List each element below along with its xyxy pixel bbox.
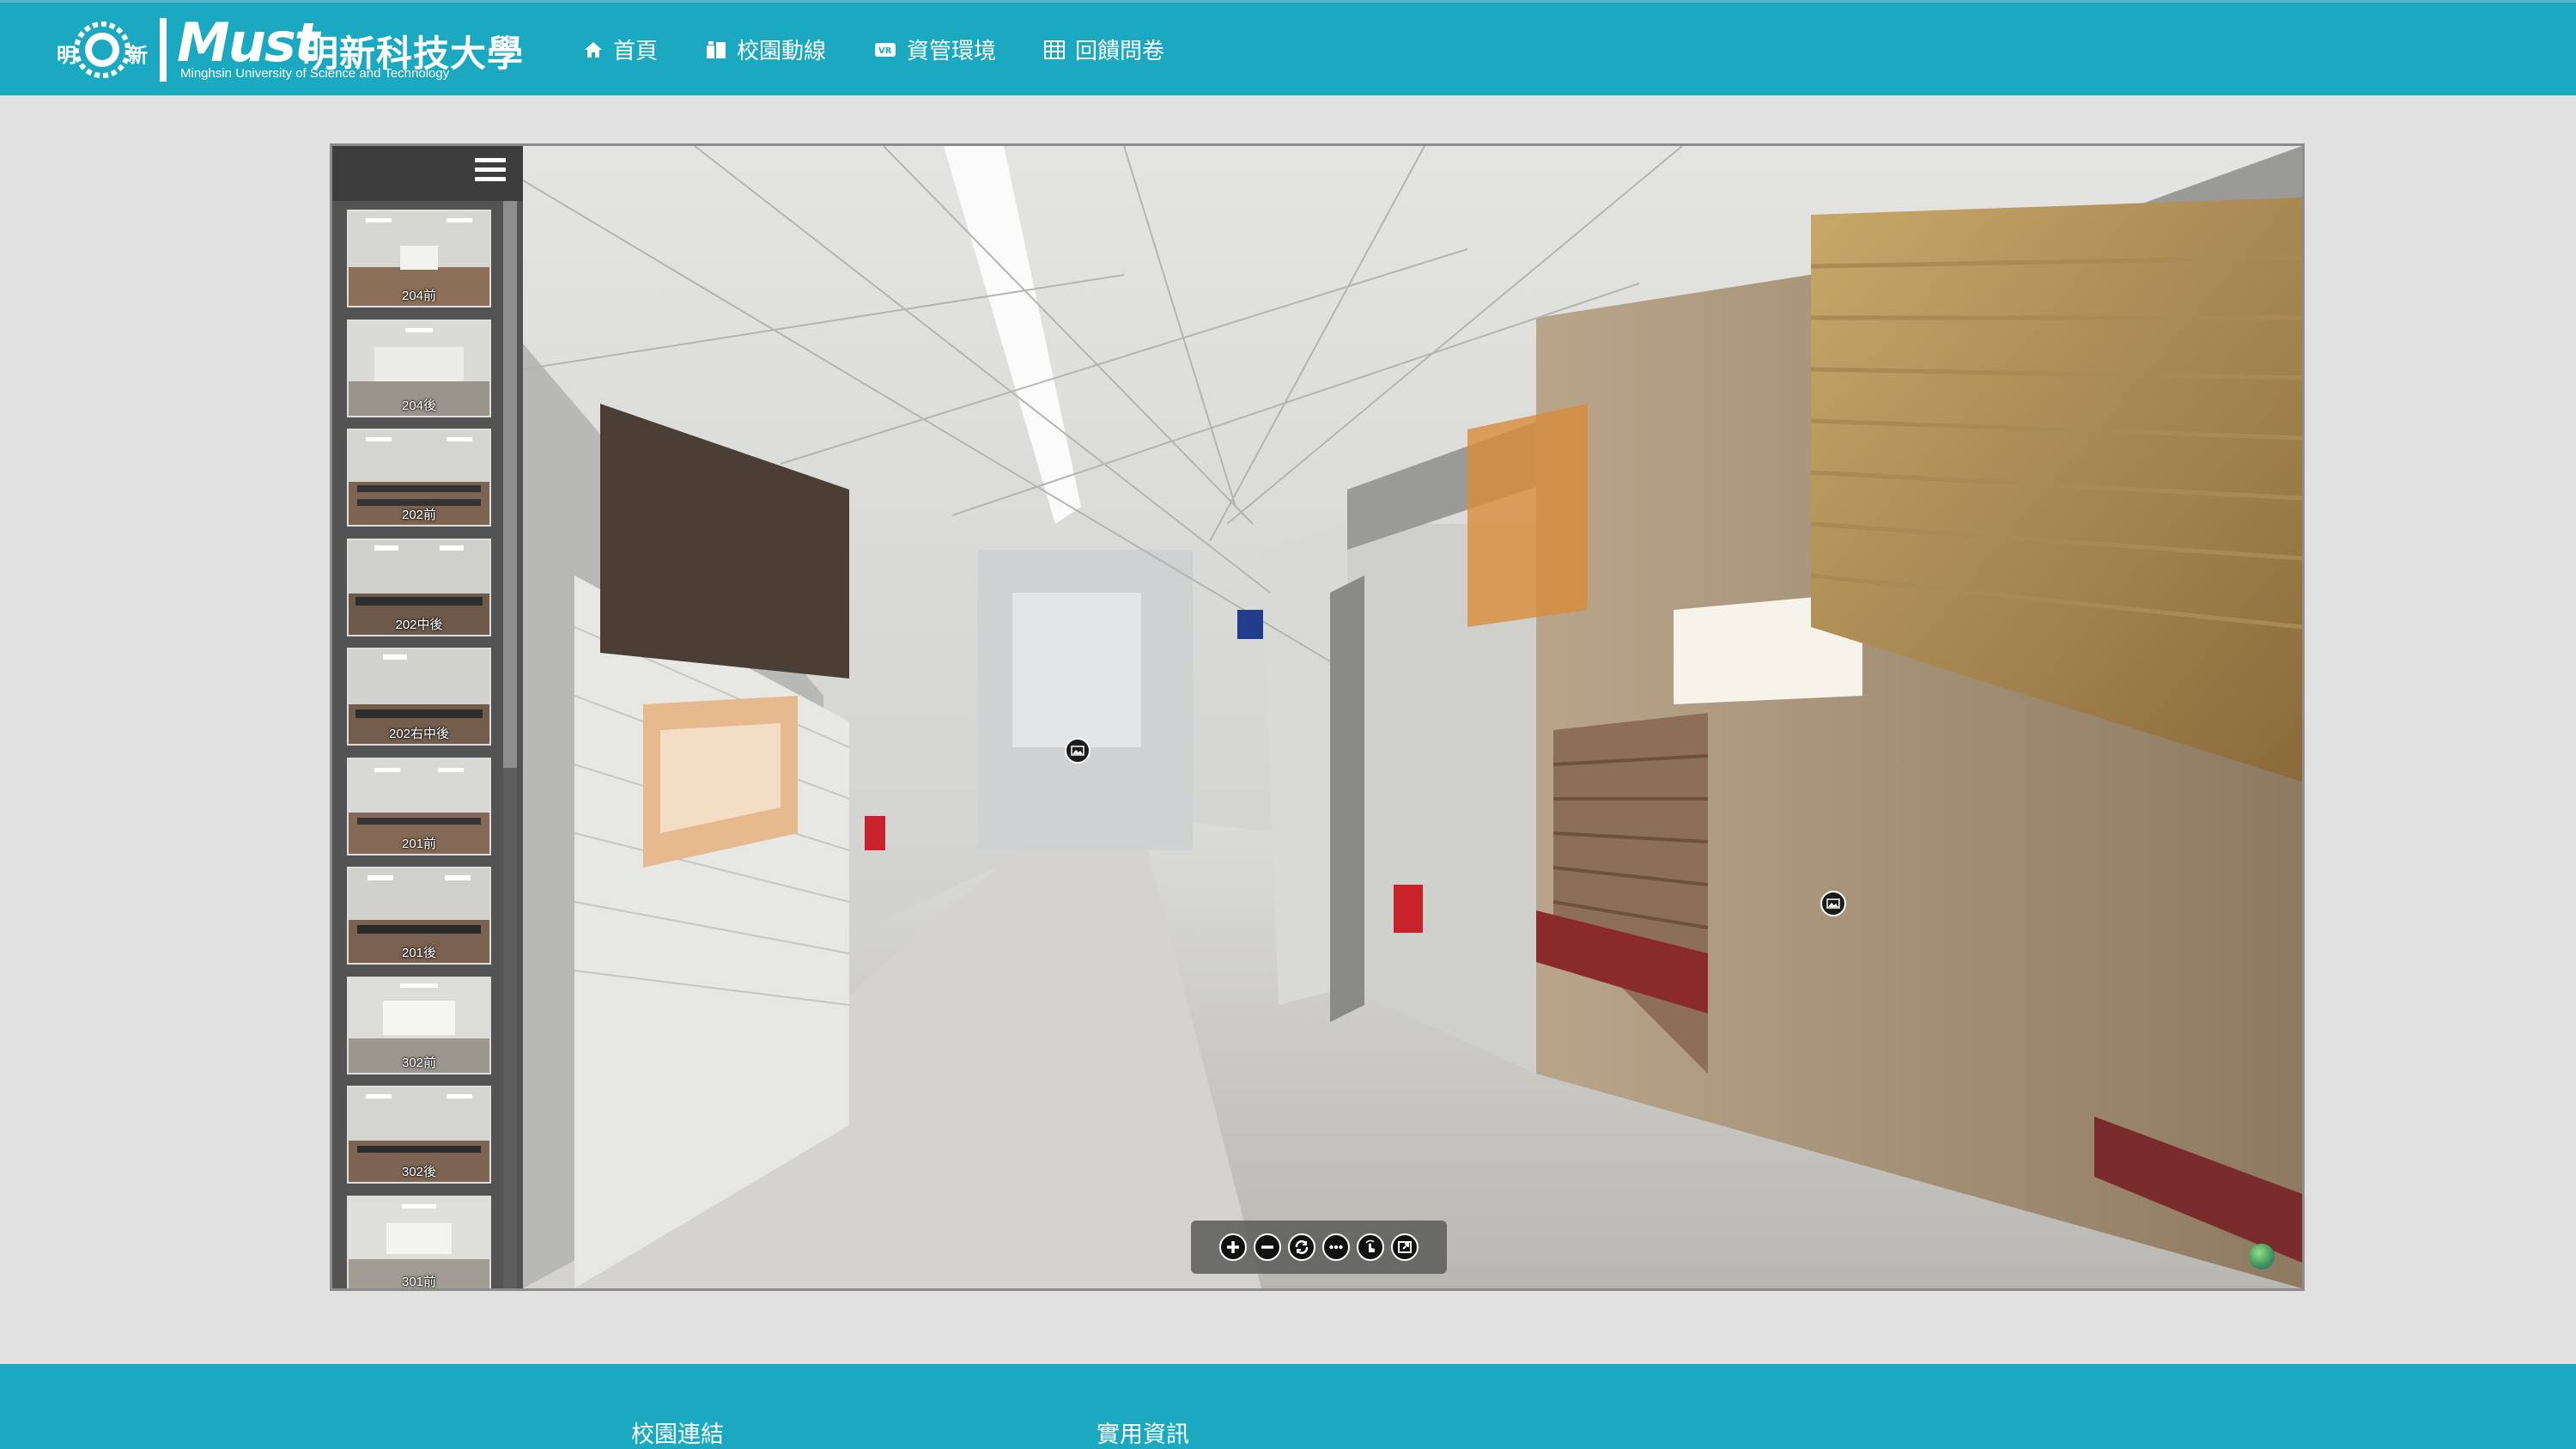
nav-label: 首頁 <box>613 39 659 64</box>
map-icon <box>707 40 726 58</box>
scene-thumbnail-sidebar: 204前 204後 202前 202中後 202右中後 201前 201後 30… <box>332 146 523 1288</box>
gyroscope-button[interactable] <box>1357 1233 1384 1261</box>
zoom-out-icon <box>1261 1245 1273 1249</box>
nav-item-feedback-survey[interactable]: 回饋問卷 <box>1044 33 1164 65</box>
scene-thumbnail[interactable]: 201前 <box>347 757 491 855</box>
thumbnail-list: 204前 204後 202前 202中後 202右中後 201前 201後 30… <box>347 210 495 1289</box>
main-nav: 首頁 校園動線 VR 資管環境 回饋問卷 <box>584 33 1212 65</box>
thumbnail-label: 202中後 <box>395 617 443 632</box>
menu-toggle-icon[interactable] <box>475 158 506 184</box>
nav-item-campus-route[interactable]: 校園動線 <box>706 33 826 65</box>
scene-thumbnail[interactable]: 201後 <box>347 867 491 965</box>
autorotate-button[interactable] <box>1288 1233 1315 1261</box>
thumbnail-label: 301前 <box>401 1274 437 1289</box>
autorotate-icon <box>1295 1240 1309 1254</box>
thumbnail-label: 302後 <box>401 1165 437 1179</box>
thumbnail-label: 204前 <box>401 289 437 303</box>
nav-item-it-environment[interactable]: VR 資管環境 <box>874 33 996 65</box>
scene-thumbnail[interactable]: 202右中後 <box>347 648 491 746</box>
zoom-in-icon <box>1227 1241 1239 1253</box>
nav-item-home[interactable]: 首頁 <box>584 33 658 65</box>
nav-label: 校園動線 <box>737 39 827 64</box>
zoom-in-button[interactable] <box>1219 1233 1247 1261</box>
university-seal-logo[interactable]: 明 新 <box>55 18 149 82</box>
nav-label: 資管環境 <box>907 39 997 64</box>
thumbnail-label: 201前 <box>401 836 437 851</box>
picture-icon <box>1071 746 1084 756</box>
more-options-button[interactable] <box>1322 1233 1350 1261</box>
seal-char-right: 新 <box>128 45 148 67</box>
logo-wordmark[interactable]: Must <box>177 11 319 74</box>
picture-icon <box>1826 898 1840 909</box>
thumbnail-label: 202右中後 <box>388 727 450 741</box>
footer-useful-info-title: 實用資訊 <box>1097 1422 1189 1448</box>
scene-thumbnail[interactable]: 202前 <box>347 429 491 527</box>
image-hotspot-stairwell[interactable] <box>1820 891 1846 916</box>
nav-label: 回饋問卷 <box>1075 39 1165 64</box>
image-hotspot-corridor[interactable] <box>1065 738 1091 764</box>
thumbnail-label: 201後 <box>401 946 437 960</box>
site-header: 明 新 Must 明新科技大學 Minghsin University of S… <box>0 0 2576 95</box>
viewer-control-toolbar <box>1191 1221 1447 1274</box>
footer-campus-links-title: 校園連結 <box>631 1422 724 1448</box>
more-icon <box>1329 1245 1343 1250</box>
fullscreen-icon <box>1398 1241 1412 1253</box>
thumbnail-label: 302前 <box>401 1055 437 1070</box>
sidebar-scrollbar-thumb[interactable] <box>503 201 517 768</box>
site-footer: 校園連結 實用資訊 <box>0 1364 2576 1449</box>
fullscreen-button[interactable] <box>1391 1233 1419 1261</box>
zoom-out-button[interactable] <box>1254 1233 1281 1261</box>
thumbnail-label: 204後 <box>401 398 437 413</box>
scene-thumbnail[interactable]: 301前 <box>347 1195 491 1289</box>
gyro-hand-icon <box>1365 1239 1375 1252</box>
thumbnail-label: 202前 <box>401 508 437 522</box>
scene-thumbnail[interactable]: 204前 <box>347 210 491 307</box>
logo-name-english: Minghsin University of Science and Techn… <box>180 66 450 81</box>
vr-icon: VR <box>875 42 896 57</box>
panorama-image[interactable] <box>523 146 2302 1288</box>
seal-char-left: 明 <box>57 45 76 67</box>
scene-thumbnail[interactable]: 202中後 <box>347 538 491 636</box>
scene-thumbnail[interactable]: 302前 <box>347 976 491 1075</box>
logo-divider <box>160 18 167 82</box>
webvr-globe-icon[interactable] <box>2249 1244 2275 1269</box>
table-icon <box>1044 40 1066 59</box>
panorama-viewer[interactable]: 204前 204後 202前 202中後 202右中後 201前 201後 30… <box>330 143 2305 1291</box>
svg-text:VR: VR <box>878 46 892 56</box>
sidebar-topbar <box>332 146 523 201</box>
scene-thumbnail[interactable]: 302後 <box>347 1086 491 1184</box>
scene-thumbnail[interactable]: 204後 <box>347 319 491 417</box>
home-icon <box>585 41 602 58</box>
